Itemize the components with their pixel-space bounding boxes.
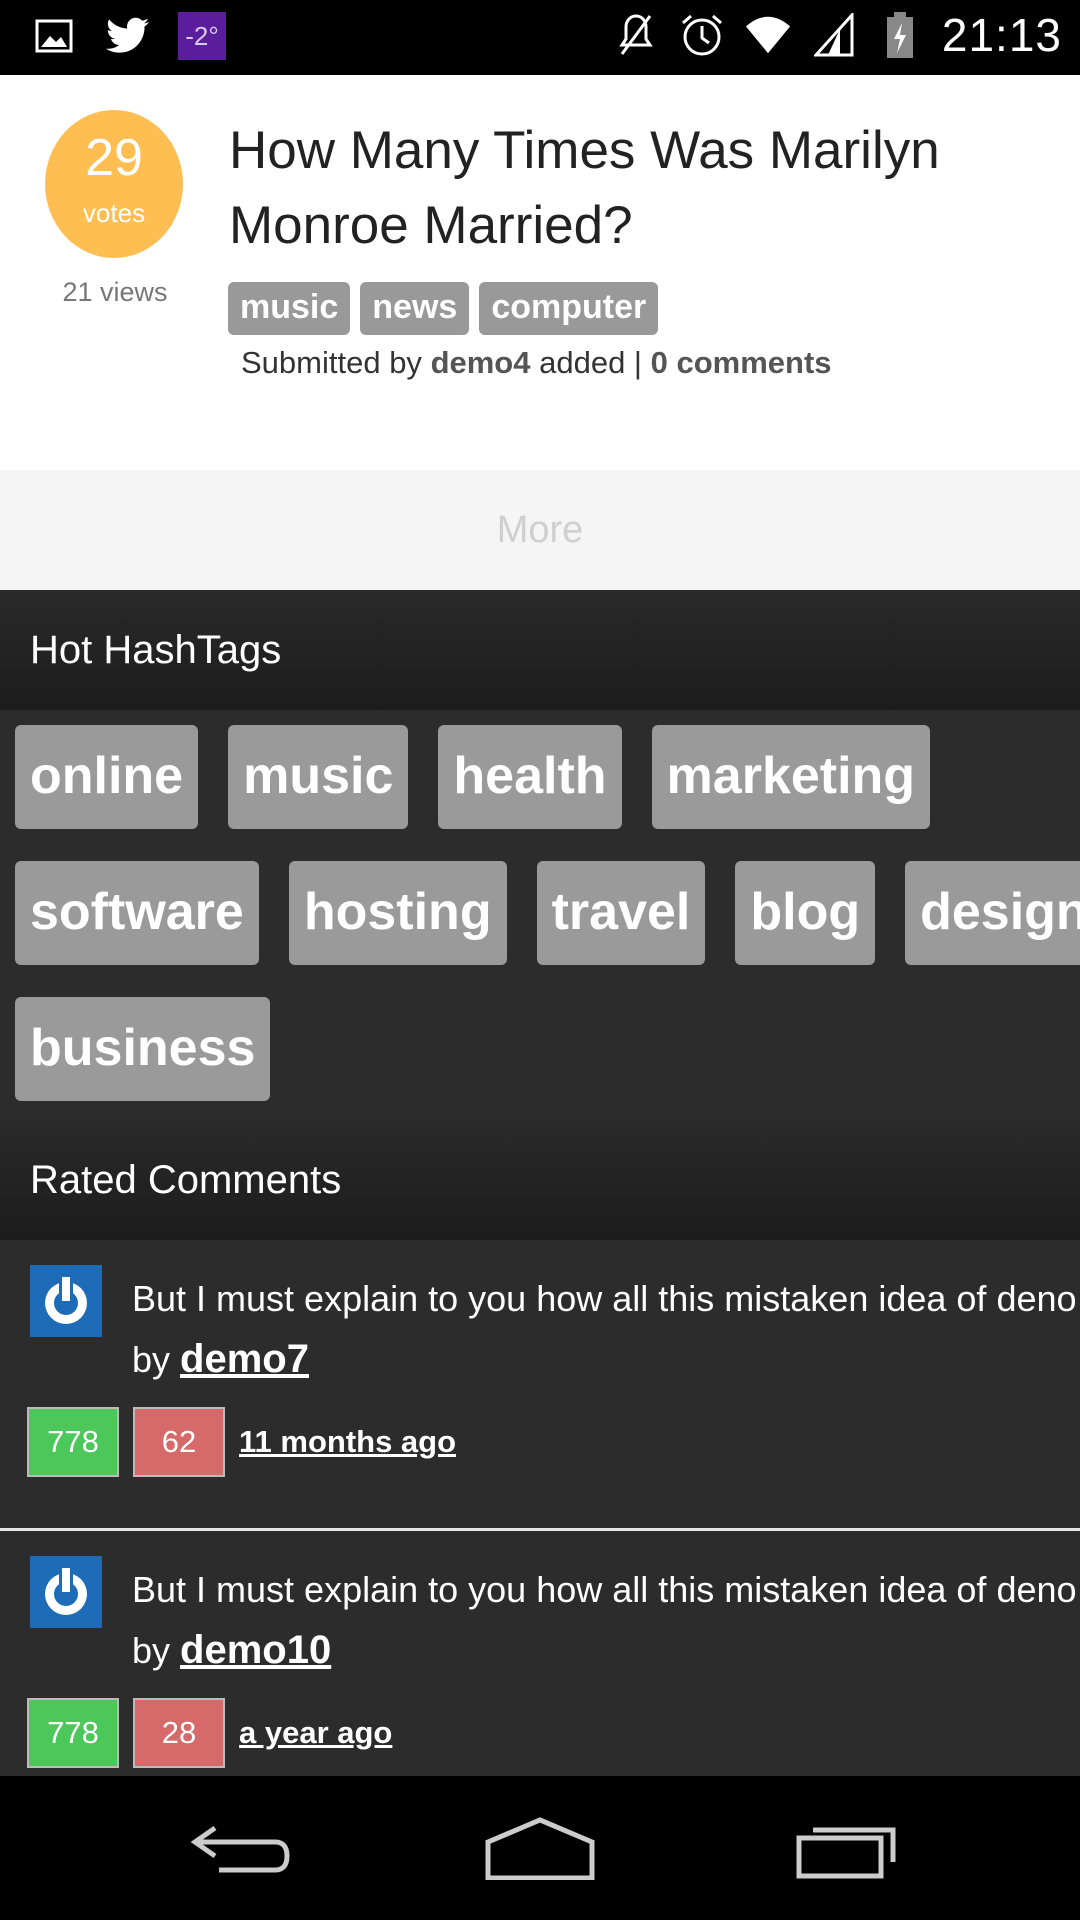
downvote-button[interactable]: 62	[133, 1407, 225, 1477]
hashtags-title: Hot HashTags	[30, 628, 282, 672]
post-tag[interactable]: news	[360, 282, 470, 335]
recents-button[interactable]	[775, 1806, 915, 1890]
twitter-icon	[104, 12, 152, 60]
rated-comments-title: Rated Comments	[30, 1158, 342, 1202]
hashtag[interactable]: business	[15, 997, 271, 1101]
signal-icon	[810, 11, 858, 59]
comment-body: But I must explain to you how all this m…	[132, 1559, 1080, 1681]
post-tag[interactable]: computer	[479, 282, 659, 335]
navigation-bar	[0, 1776, 1080, 1920]
post-tag[interactable]: music	[228, 282, 351, 335]
mute-icon	[612, 11, 660, 59]
comment-author-link[interactable]: demo7	[180, 1337, 309, 1381]
hashtag-cloud: online music health marketing software h…	[15, 725, 1080, 1133]
rated-comments-header: Rated Comments	[0, 1120, 1080, 1240]
comment-text[interactable]: But I must explain to you how all this m…	[132, 1268, 1080, 1329]
alarm-icon	[678, 11, 726, 59]
comment-body: But I must explain to you how all this m…	[132, 1268, 1080, 1390]
avatar[interactable]	[30, 1556, 102, 1628]
author-link[interactable]: demo4	[431, 345, 531, 380]
hashtag[interactable]: marketing	[651, 725, 931, 829]
back-icon	[190, 1825, 290, 1873]
vote-count: 29	[85, 129, 143, 187]
comments-link[interactable]: 0 comments	[651, 345, 832, 380]
vote-label: votes	[82, 198, 146, 228]
post-card: 29 votes 21 views How Many Times Was Mar…	[0, 75, 1080, 470]
power-icon	[45, 1568, 87, 1615]
home-icon	[485, 1817, 595, 1880]
sidebar-section: Hot HashTags online music health marketi…	[0, 590, 1080, 1776]
home-button[interactable]	[470, 1806, 610, 1890]
battery-icon	[876, 11, 924, 59]
upvote-button[interactable]: 778	[27, 1407, 119, 1477]
downvote-button[interactable]: 28	[133, 1698, 225, 1768]
hashtag[interactable]: travel	[536, 861, 706, 965]
hashtag[interactable]: health	[438, 725, 622, 829]
comment-time-link[interactable]: 11 months ago	[239, 1424, 456, 1460]
comment-meta: 778 62 11 months ago	[27, 1407, 456, 1477]
post-title[interactable]: How Many Times Was Marilyn Monroe Marrie…	[229, 113, 1049, 263]
post-meta: Submitted by demo4 added | 0 comments	[241, 345, 832, 381]
screen: -2° 21:13 29 votes 21 views How Many Tim…	[0, 0, 1080, 1920]
more-button[interactable]: More	[0, 470, 1080, 590]
comment-by: by	[132, 1339, 171, 1380]
comment-author-link[interactable]: demo10	[180, 1628, 331, 1672]
weather-temperature-badge: -2°	[178, 12, 226, 60]
wifi-icon	[744, 11, 792, 59]
vote-counter[interactable]: 29 votes	[45, 110, 183, 258]
hashtag[interactable]: software	[15, 861, 259, 965]
hashtag[interactable]: hosting	[288, 861, 507, 965]
back-button[interactable]	[170, 1806, 310, 1890]
comment-time-link[interactable]: a year ago	[239, 1715, 392, 1751]
meta-middle: added |	[539, 345, 642, 380]
power-icon	[45, 1277, 87, 1324]
hashtag[interactable]: online	[15, 725, 199, 829]
status-bar: -2° 21:13	[0, 0, 1080, 75]
comment-meta: 778 28 a year ago	[27, 1698, 392, 1768]
view-count: 21 views	[62, 277, 168, 307]
image-icon	[30, 12, 78, 60]
hashtags-header: Hot HashTags	[0, 590, 1080, 710]
recents-icon	[796, 1827, 896, 1879]
meta-prefix: Submitted by	[241, 345, 422, 380]
post-tags: music news computer	[228, 282, 659, 335]
comment-by: by	[132, 1630, 171, 1671]
avatar[interactable]	[30, 1265, 102, 1337]
hashtag[interactable]: blog	[735, 861, 876, 965]
clock: 21:13	[941, 9, 1062, 61]
comment-text[interactable]: But I must explain to you how all this m…	[132, 1559, 1080, 1620]
hashtag[interactable]: design	[905, 861, 1080, 965]
hashtag[interactable]: music	[228, 725, 409, 829]
upvote-button[interactable]: 778	[27, 1698, 119, 1768]
comment-item: But I must explain to you how all this m…	[0, 1240, 1080, 1530]
